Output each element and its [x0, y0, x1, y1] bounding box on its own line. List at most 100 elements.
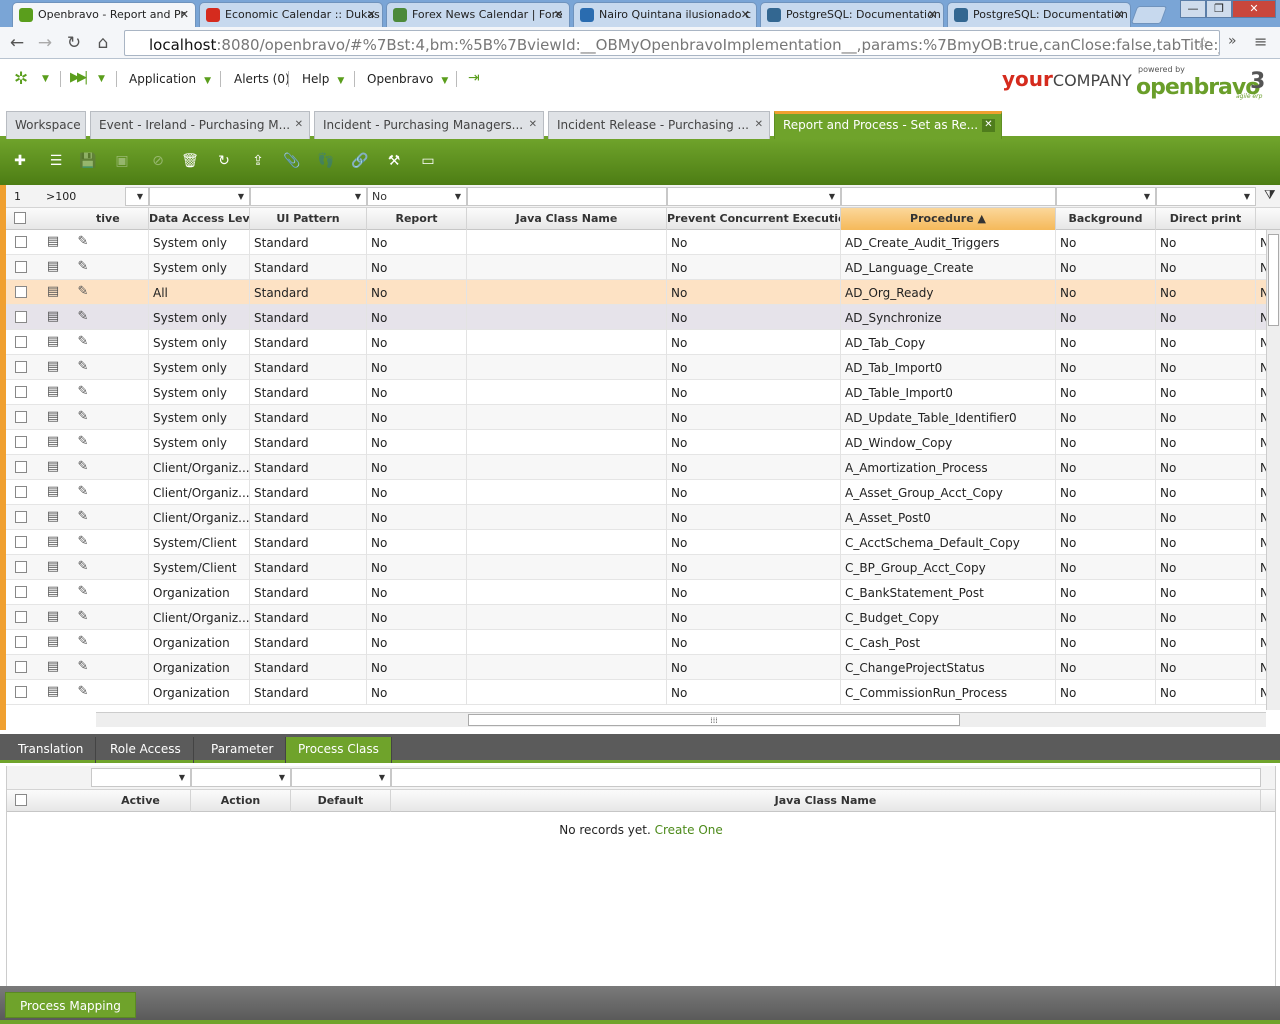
- row-checkbox[interactable]: [15, 536, 27, 548]
- document-icon[interactable]: ▤: [46, 634, 60, 650]
- table-row[interactable]: ▤ ✎ Organization Standard No No C_CommissionRu…: [6, 680, 1266, 705]
- table-row[interactable]: ▤ ✎ Client/Organiz... Standard No No A_Asset_G…: [6, 480, 1266, 505]
- column-filter[interactable]: ▼: [250, 187, 367, 206]
- table-row[interactable]: ▤ ✎ System/Client Standard No No C_BP_Group_Ac…: [6, 555, 1266, 580]
- column-header[interactable]: Java Class Name: [391, 790, 1261, 812]
- tab-translation[interactable]: Translation: [6, 737, 97, 763]
- column-header[interactable]: Active: [91, 790, 191, 812]
- row-checkbox[interactable]: [15, 361, 27, 373]
- workspace-tab[interactable]: Report and Process - Set as Re... ✕: [774, 111, 1002, 139]
- process-icon[interactable]: ⚒: [382, 149, 406, 173]
- delete-icon[interactable]: 🗑: [178, 149, 202, 173]
- row-checkbox[interactable]: [15, 236, 27, 248]
- table-row[interactable]: ▤ ✎ System only Standard No No AD_Update_Table…: [6, 405, 1266, 430]
- chevron-down-icon[interactable]: ▼: [826, 190, 838, 203]
- table-row[interactable]: ▤✎AllStandardNoNoAD_Org_ReadyNoNoN: [6, 280, 1266, 305]
- document-icon[interactable]: ▤: [46, 384, 60, 400]
- chevron-down-icon[interactable]: ▼: [352, 190, 364, 203]
- home-icon[interactable]: ⌂: [92, 32, 114, 54]
- document-icon[interactable]: ▤: [46, 659, 60, 675]
- chevron-down-icon[interactable]: ▼: [276, 771, 288, 784]
- chevron-down-icon[interactable]: ▼: [1141, 190, 1153, 203]
- table-row[interactable]: ▤✎: [6, 705, 1266, 710]
- funnel-filter-icon[interactable]: ⧩: [1264, 188, 1276, 203]
- window-close-button[interactable]: ✕: [1232, 0, 1276, 18]
- document-icon[interactable]: ▤: [46, 234, 60, 250]
- pencil-edit-icon[interactable]: ✎: [76, 484, 90, 500]
- document-icon[interactable]: ▤: [46, 259, 60, 275]
- new-row-icon[interactable]: ☰: [44, 149, 68, 173]
- chevron-down-icon[interactable]: ▼: [1241, 190, 1253, 203]
- save-close-icon[interactable]: ▣: [110, 149, 134, 173]
- tab-process-class[interactable]: Process Class: [286, 737, 392, 763]
- menu-alerts[interactable]: Alerts (0): [234, 72, 290, 86]
- column-header[interactable]: Direct print: [1156, 208, 1256, 230]
- pencil-edit-icon[interactable]: ✎: [76, 684, 90, 700]
- column-filter[interactable]: [841, 187, 1056, 206]
- maximize-button[interactable]: ❐: [1206, 0, 1232, 18]
- row-checkbox[interactable]: [15, 286, 27, 298]
- forward-icon[interactable]: →: [34, 32, 56, 54]
- new-tab-button[interactable]: [1130, 6, 1168, 24]
- undo-icon[interactable]: ⊘: [146, 149, 170, 173]
- table-row[interactable]: ▤ ✎ Organization Standard No No C_BankStatemen…: [6, 580, 1266, 605]
- document-icon[interactable]: ▤: [46, 584, 60, 600]
- vertical-scrollbar[interactable]: [1266, 230, 1280, 710]
- table-row[interactable]: ▤ ✎ System only Standard No No AD_Synchronize N…: [6, 305, 1266, 330]
- row-checkbox[interactable]: [15, 636, 27, 648]
- create-one-link[interactable]: Create One: [655, 823, 723, 837]
- column-filter[interactable]: ▼: [91, 768, 191, 787]
- pencil-edit-icon[interactable]: ✎: [76, 434, 90, 450]
- row-checkbox[interactable]: [15, 486, 27, 498]
- row-checkbox[interactable]: [15, 411, 27, 423]
- pencil-edit-icon[interactable]: ✎: [76, 609, 90, 625]
- close-icon[interactable]: ✕: [295, 119, 303, 130]
- pencil-edit-icon[interactable]: ✎: [76, 409, 90, 425]
- row-checkbox[interactable]: [15, 686, 27, 698]
- document-icon[interactable]: ▤: [46, 409, 60, 425]
- table-row[interactable]: ▤ ✎ Client/Organiz... Standard No No A_Amortiz…: [6, 455, 1266, 480]
- close-icon[interactable]: ✕: [367, 8, 376, 21]
- workspace-tab[interactable]: Incident Release - Purchasing ... ✕: [548, 111, 770, 139]
- document-icon[interactable]: ▤: [46, 534, 60, 550]
- document-icon[interactable]: ▤: [46, 559, 60, 575]
- close-icon[interactable]: ✕: [755, 119, 763, 130]
- recent-views-icon[interactable]: ▶▶|: [70, 70, 88, 85]
- row-checkbox[interactable]: [15, 511, 27, 523]
- pencil-edit-icon[interactable]: ✎: [76, 709, 90, 710]
- chevron-down-icon[interactable]: ▼: [452, 190, 464, 203]
- column-filter[interactable]: ▼: [191, 768, 291, 787]
- chevron-down-icon[interactable]: ▼: [134, 190, 146, 203]
- browser-tab[interactable]: Forex News Calendar | Fore ✕: [386, 2, 570, 27]
- table-row[interactable]: ▤ ✎ System only Standard No No AD_Window_Copy N…: [6, 430, 1266, 455]
- tab-process-mapping[interactable]: Process Mapping: [5, 992, 136, 1018]
- chevron-down-icon[interactable]: ▼: [98, 74, 105, 84]
- close-icon[interactable]: ✕: [1115, 8, 1124, 21]
- column-filter[interactable]: ▼: [149, 187, 250, 206]
- table-row[interactable]: ▤ ✎ System/Client Standard No No C_AcctSchema_…: [6, 530, 1266, 555]
- menu-icon[interactable]: ≡: [1254, 32, 1267, 51]
- export-icon[interactable]: ⇪: [246, 149, 270, 173]
- pencil-edit-icon[interactable]: ✎: [76, 384, 90, 400]
- browser-tab[interactable]: Nairo Quintana ilusionado c ✕: [573, 2, 757, 27]
- pencil-edit-icon[interactable]: ✎: [76, 359, 90, 375]
- tab-parameter[interactable]: Parameter: [199, 737, 287, 763]
- close-icon[interactable]: ✕: [928, 8, 937, 21]
- column-filter[interactable]: ▼: [1156, 187, 1256, 206]
- chevron-down-icon[interactable]: ▼: [376, 771, 388, 784]
- column-header[interactable]: Background: [1056, 208, 1156, 230]
- column-header[interactable]: Java Class Name: [467, 208, 667, 230]
- document-icon[interactable]: ▤: [46, 684, 60, 700]
- horizontal-scroll-thumb[interactable]: ⁞⁞⁞: [468, 714, 960, 726]
- pencil-edit-icon[interactable]: ✎: [76, 584, 90, 600]
- table-row[interactable]: ▤ ✎ Organization Standard No No C_Cash_Post No N…: [6, 630, 1266, 655]
- browser-tab[interactable]: Openbravo - Report and Pr ✕: [12, 2, 196, 28]
- close-icon[interactable]: ✕: [554, 8, 563, 21]
- close-icon[interactable]: ✕: [741, 8, 750, 21]
- pencil-edit-icon[interactable]: ✎: [76, 559, 90, 575]
- table-row[interactable]: ▤ ✎ System only Standard No No AD_Tab_Import0 N…: [6, 355, 1266, 380]
- column-header[interactable]: Procedure ▲: [841, 208, 1056, 230]
- workspace-tab[interactable]: Event - Ireland - Purchasing M... ✕: [90, 111, 310, 139]
- menu-openbravo[interactable]: Openbravo ▼: [367, 72, 448, 86]
- audit-trail-icon[interactable]: 👣: [314, 149, 338, 173]
